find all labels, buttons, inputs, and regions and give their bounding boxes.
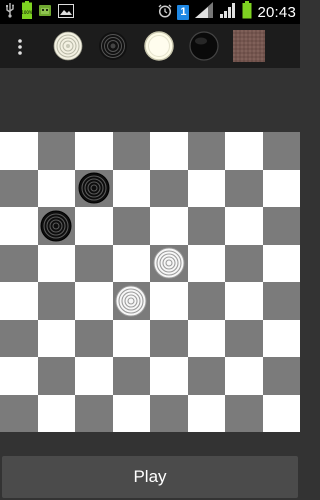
board-texture-button[interactable] — [233, 30, 265, 62]
board-square[interactable] — [37, 169, 75, 207]
board-square[interactable] — [225, 394, 263, 432]
board-square[interactable] — [112, 394, 150, 432]
black-plain-piece-button[interactable] — [188, 30, 220, 62]
overflow-menu-icon[interactable] — [14, 38, 26, 56]
white-checker-style-button[interactable] — [52, 30, 84, 62]
board-square[interactable] — [0, 394, 38, 432]
picture-icon — [58, 3, 74, 22]
board-square[interactable] — [187, 207, 225, 245]
black-checker-style-button[interactable] — [97, 30, 129, 62]
board-square[interactable] — [262, 244, 300, 282]
board-square[interactable] — [37, 319, 75, 357]
board-square[interactable] — [112, 282, 150, 320]
board-square[interactable] — [0, 282, 38, 320]
white-checker-piece[interactable] — [115, 285, 147, 317]
board-square[interactable] — [75, 244, 113, 282]
board-square[interactable] — [225, 132, 263, 170]
svg-text:100%: 100% — [22, 10, 32, 15]
board-square[interactable] — [225, 244, 263, 282]
board-square[interactable] — [37, 132, 75, 170]
board-square[interactable] — [0, 132, 38, 170]
board-square[interactable] — [112, 319, 150, 357]
board-square[interactable] — [187, 357, 225, 395]
battery-full-icon: 100% — [21, 1, 33, 23]
battery-icon — [242, 1, 252, 23]
board-square[interactable] — [187, 282, 225, 320]
android-robot-icon — [38, 2, 52, 22]
board-square[interactable] — [37, 207, 75, 245]
board-square[interactable] — [262, 394, 300, 432]
board-square[interactable] — [225, 169, 263, 207]
board-square[interactable] — [112, 132, 150, 170]
sim-1-icon: 1 — [177, 4, 190, 20]
info-area — [0, 68, 300, 132]
board-square[interactable] — [225, 319, 263, 357]
board-square[interactable] — [187, 319, 225, 357]
signal-strength-icon — [194, 1, 214, 23]
white-plain-piece-icon — [144, 31, 174, 61]
board-square[interactable] — [37, 244, 75, 282]
white-checker-piece[interactable] — [153, 247, 185, 279]
board-square[interactable] — [0, 207, 38, 245]
play-button[interactable]: Play — [2, 456, 298, 498]
board-square[interactable] — [75, 394, 113, 432]
black-ringed-checker-icon — [99, 32, 127, 60]
board-square[interactable] — [262, 282, 300, 320]
board-square[interactable] — [150, 282, 188, 320]
board-square[interactable] — [225, 357, 263, 395]
board-square[interactable] — [75, 319, 113, 357]
board-square[interactable] — [75, 207, 113, 245]
board-square[interactable] — [37, 394, 75, 432]
black-checker-piece[interactable] — [40, 210, 72, 242]
alarm-icon — [158, 3, 172, 22]
board-square[interactable] — [112, 244, 150, 282]
board-square[interactable] — [75, 357, 113, 395]
wood-texture-icon — [233, 30, 265, 62]
board-square[interactable] — [262, 207, 300, 245]
board-square[interactable] — [0, 357, 38, 395]
status-bar: 100% 1 20:43 — [0, 0, 300, 24]
board-square[interactable] — [150, 244, 188, 282]
board-square[interactable] — [262, 132, 300, 170]
white-plain-piece-button[interactable] — [143, 30, 175, 62]
usb-icon — [4, 2, 16, 22]
checkers-board[interactable] — [0, 132, 300, 432]
board-square[interactable] — [75, 169, 113, 207]
board-square[interactable] — [187, 244, 225, 282]
board-square[interactable] — [112, 207, 150, 245]
board-square[interactable] — [75, 282, 113, 320]
board-square[interactable] — [150, 394, 188, 432]
sim-badge-text: 1 — [180, 5, 187, 18]
board-square[interactable] — [150, 169, 188, 207]
board-square[interactable] — [187, 169, 225, 207]
board-square[interactable] — [225, 282, 263, 320]
board-square[interactable] — [150, 207, 188, 245]
black-plain-piece-icon — [189, 31, 219, 61]
notification-icons: 100% — [4, 1, 74, 23]
board-square[interactable] — [150, 132, 188, 170]
clock: 20:43 — [257, 3, 296, 21]
game-toolbar — [0, 24, 300, 68]
board-square[interactable] — [37, 357, 75, 395]
board-square[interactable] — [112, 169, 150, 207]
board-square[interactable] — [0, 319, 38, 357]
board-square[interactable] — [225, 207, 263, 245]
system-status-icons: 1 20:43 — [158, 1, 296, 23]
white-ringed-checker-icon — [53, 31, 83, 61]
black-checker-piece[interactable] — [78, 172, 110, 204]
board-square[interactable] — [262, 169, 300, 207]
board-square[interactable] — [37, 282, 75, 320]
signal-strength-icon — [219, 1, 237, 23]
board-square[interactable] — [187, 394, 225, 432]
board-square[interactable] — [75, 132, 113, 170]
board-square[interactable] — [150, 357, 188, 395]
board-square[interactable] — [262, 319, 300, 357]
board-square[interactable] — [112, 357, 150, 395]
board-square[interactable] — [0, 244, 38, 282]
board-square[interactable] — [150, 319, 188, 357]
board-square[interactable] — [0, 169, 38, 207]
board-square[interactable] — [262, 357, 300, 395]
board-square[interactable] — [187, 132, 225, 170]
